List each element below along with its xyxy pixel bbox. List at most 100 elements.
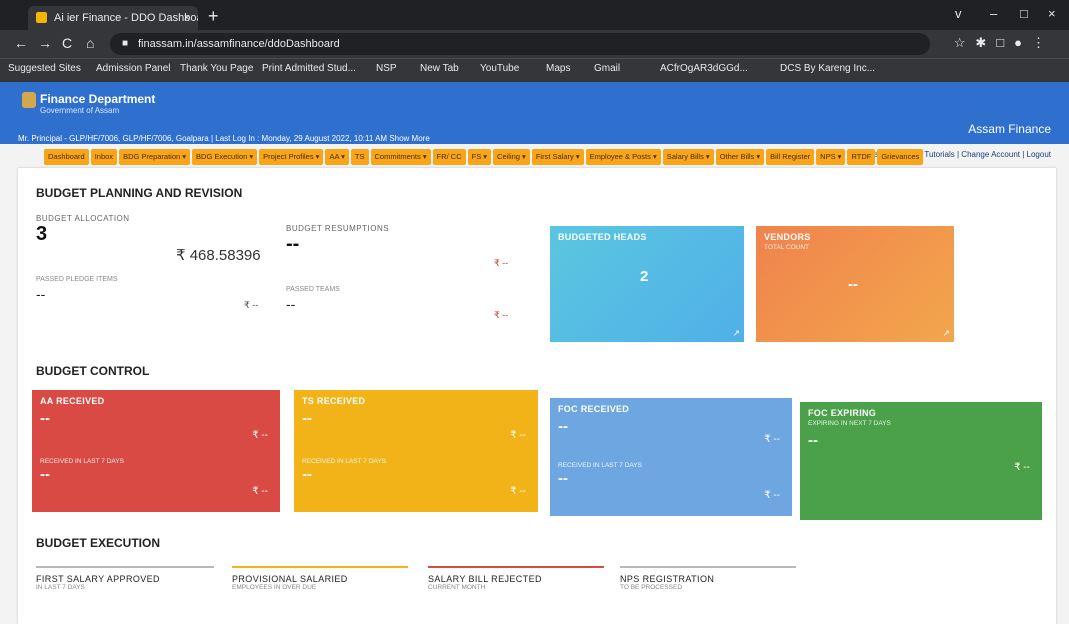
menu-inbox[interactable]: Inbox: [90, 149, 118, 165]
first-salary-sub: IN LAST 7 DAYS: [36, 584, 85, 591]
bookmark-new-tab[interactable]: New Tab: [420, 63, 459, 74]
bookmark-dcs[interactable]: DCS By Kareng Inc...: [780, 63, 875, 74]
ts-title: TS RECEIVED: [302, 396, 366, 406]
ts-received-card[interactable]: TS RECEIVED -- ₹ -- RECEIVED IN LAST 7 D…: [294, 390, 538, 512]
menu-project-profiles[interactable]: Project Profiles ▾: [259, 149, 324, 165]
budget-resumptions-widget[interactable]: BUDGET RESUMPTIONS -- ₹ -- PASSED TEAMS …: [286, 224, 526, 324]
forward-icon[interactable]: →: [38, 35, 52, 51]
foc-received-amount: ₹ --: [764, 434, 780, 445]
ts-sub-amount: ₹ --: [510, 486, 526, 497]
nps-sub: TO BE PROCESSED: [620, 584, 683, 591]
aa-sub-label: RECEIVED IN LAST 7 DAYS: [40, 458, 124, 465]
menu-fr-cc[interactable]: FR/ CC: [432, 149, 466, 165]
aa-received-card[interactable]: AA RECEIVED -- ₹ -- RECEIVED IN LAST 7 D…: [32, 390, 280, 512]
provisional-salaried[interactable]: PROVISIONAL SALARIED EMPLOYEES IN OVER D…: [232, 566, 408, 591]
budget-execution-heading: BUDGET EXECUTION: [36, 536, 161, 550]
budgeted-heads-card[interactable]: BUDGETED HEADS 2 ↗: [550, 226, 744, 342]
menu-grievances[interactable]: Grievances: [877, 149, 924, 165]
vendors-card[interactable]: VENDORS TOTAL COUNT -- ↗: [756, 226, 954, 342]
user-info: Mr. Principal - GLP/HF/7006, GLP/HF/7006…: [18, 134, 430, 143]
menu-aa[interactable]: AA ▾: [325, 149, 349, 165]
close-window-icon[interactable]: ×: [1048, 6, 1056, 21]
maximize-icon[interactable]: □: [1020, 6, 1028, 21]
bookmark-suggested-sites[interactable]: Suggested Sites: [8, 63, 81, 74]
menu-ceiling[interactable]: Ceiling ▾: [493, 149, 530, 165]
foc-expiring-amount: ₹ --: [1014, 462, 1030, 473]
allocation-sub-value: --: [36, 286, 46, 302]
menu-fs[interactable]: FS ▾: [467, 149, 492, 165]
bookmark-admission-panel[interactable]: Admission Panel: [96, 63, 170, 74]
menu-bdg-execution[interactable]: BDG Execution ▾: [192, 149, 258, 165]
dashboard-content: BUDGET PLANNING AND REVISION BUDGET ALLO…: [18, 168, 1056, 624]
nps-title: NPS REGISTRATION: [620, 574, 715, 584]
emblem-icon: [22, 92, 36, 108]
new-tab-button[interactable]: +: [208, 6, 219, 27]
menu-bill-register[interactable]: Bill Register: [766, 149, 815, 165]
resumption-value: --: [286, 233, 300, 255]
home-icon[interactable]: ⌂: [86, 35, 94, 51]
external-link-icon[interactable]: ↗: [942, 328, 950, 339]
salary-bill-rejected[interactable]: SALARY BILL REJECTED CURRENT MONTH: [428, 566, 604, 591]
foc-received-card[interactable]: FOC RECEIVED -- ₹ -- RECEIVED IN LAST 7 …: [550, 398, 792, 516]
bookmarks-bar: Suggested Sites Admission Panel Thank Yo…: [0, 58, 1069, 83]
foc-expiring-card[interactable]: FOC EXPIRING EXPIRING IN NEXT 7 DAYS -- …: [800, 402, 1042, 520]
menu-rtdf[interactable]: RTDF: [847, 149, 876, 165]
bookmark-thank-you[interactable]: Thank You Page: [180, 63, 253, 74]
vendors-value: --: [848, 276, 858, 293]
reload-icon[interactable]: C: [62, 35, 72, 51]
main-menu: Dashboard Inbox BDG Preparation ▾ BDG Execu…: [44, 146, 1044, 165]
bookmark-maps[interactable]: Maps: [546, 63, 570, 74]
budget-allocation-widget[interactable]: BUDGET ALLOCATION 3 ₹ 468.58396 PASSED P…: [36, 214, 276, 314]
bookmark-youtube[interactable]: YouTube: [480, 63, 519, 74]
menu-commitments[interactable]: Commitments ▾: [370, 149, 431, 165]
ts-sub-label: RECEIVED IN LAST 7 DAYS: [302, 458, 386, 465]
first-salary-approved[interactable]: FIRST SALARY APPROVED IN LAST 7 DAYS: [36, 566, 214, 591]
browser-tab-strip: Ai ier Finance - DDO Dashboard × + v – □…: [0, 0, 1069, 30]
menu-dashboard[interactable]: Dashboard: [44, 149, 89, 165]
vendors-subtitle: TOTAL COUNT: [764, 244, 810, 251]
allocation-label: BUDGET ALLOCATION: [36, 214, 130, 223]
salary-rejected-sub: CURRENT MONTH: [428, 584, 486, 591]
menu-nps[interactable]: NPS ▾: [816, 149, 846, 165]
execution-row: FIRST SALARY APPROVED IN LAST 7 DAYS PRO…: [36, 566, 1036, 606]
site-header: Finance Department Government of Assam A…: [0, 82, 1069, 144]
url-text: finassam.in/assamfinance/ddoDashboard: [138, 38, 340, 50]
menu-bdg-preparation[interactable]: BDG Preparation ▾: [119, 149, 191, 165]
foc-received-sub-value: --: [558, 470, 568, 487]
close-tab-icon[interactable]: ×: [184, 6, 190, 30]
provisional-title: PROVISIONAL SALARIED: [232, 574, 348, 584]
menu-other-bills[interactable]: Other Bills ▾: [715, 149, 765, 165]
external-link-icon[interactable]: ↗: [732, 328, 740, 339]
menu-salary-bills[interactable]: Salary Bills ▾: [662, 149, 714, 165]
ts-sub-value: --: [302, 466, 312, 483]
aa-title: AA RECEIVED: [40, 396, 105, 406]
brand-name: Assam Finance: [968, 122, 1051, 136]
aa-amount: ₹ --: [252, 430, 268, 441]
allocation-count: 3: [36, 223, 48, 245]
bookmark-gmail[interactable]: Gmail: [594, 63, 620, 74]
bookmark-acfr[interactable]: ACfrOgAR3dGGd...: [660, 63, 748, 74]
browser-tab[interactable]: Ai ier Finance - DDO Dashboard ×: [28, 6, 198, 30]
nps-registration[interactable]: NPS REGISTRATION TO BE PROCESSED: [620, 566, 796, 591]
menu-first-salary[interactable]: First Salary ▾: [531, 149, 584, 165]
extension-icons[interactable]: ☆✱□●⋮: [954, 35, 1055, 51]
menu-employee-posts[interactable]: Employee & Posts ▾: [585, 149, 661, 165]
foc-expiring-title: FOC EXPIRING: [808, 408, 877, 418]
government-name: Government of Assam: [40, 106, 120, 115]
foc-received-sub-amount: ₹ --: [764, 490, 780, 501]
minimize-icon[interactable]: –: [990, 6, 997, 21]
menu-ts[interactable]: TS: [350, 149, 369, 165]
aa-value: --: [40, 410, 50, 427]
back-icon[interactable]: ←: [14, 35, 28, 51]
resumption-amount: ₹ --: [494, 258, 509, 268]
tab-title: Ai ier Finance - DDO Dashboard: [54, 12, 198, 24]
allocation-amount: ₹ 468.58396: [176, 247, 261, 264]
lock-icon: ■: [122, 38, 129, 49]
bookmark-nsp[interactable]: NSP: [376, 63, 397, 74]
url-bar[interactable]: ■ finassam.in/assamfinance/ddoDashboard: [110, 33, 930, 55]
bookmark-print-admitted[interactable]: Print Admitted Stud...: [262, 63, 356, 74]
tab-search-icon[interactable]: v: [955, 6, 962, 21]
budget-planning-heading: BUDGET PLANNING AND REVISION: [36, 186, 243, 200]
salary-rejected-title: SALARY BILL REJECTED: [428, 574, 542, 584]
allocation-sub-amount: ₹ --: [244, 300, 259, 310]
